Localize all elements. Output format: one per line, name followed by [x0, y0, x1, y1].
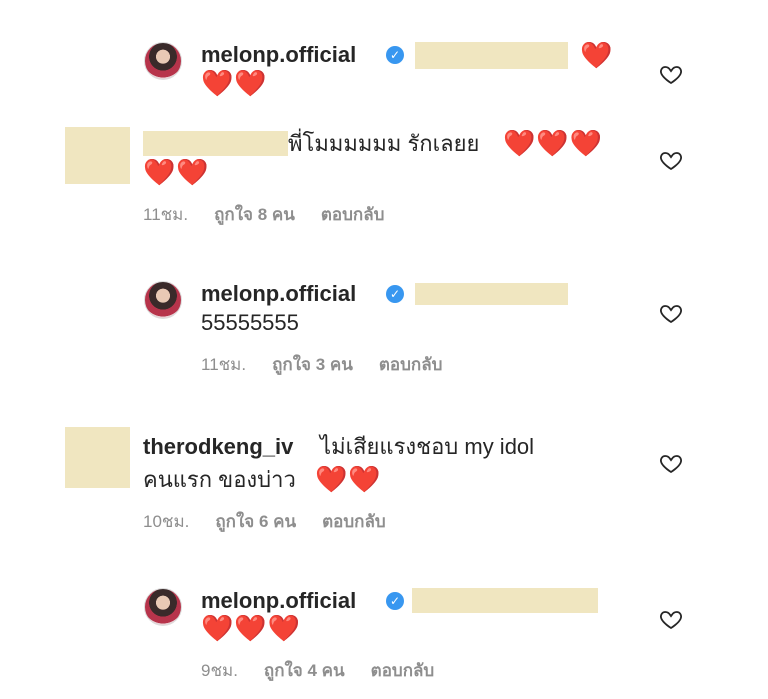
comment-text: พี่โมมมมมม รักเลยย [288, 131, 480, 156]
like-heart-icon[interactable] [658, 607, 684, 631]
comment-text: คนแรก ของบ่าว [143, 467, 296, 492]
like-heart-icon[interactable] [658, 451, 684, 475]
likes-count[interactable]: ถูกใจ 3 คน [272, 355, 353, 374]
like-heart-icon[interactable] [658, 62, 684, 86]
username[interactable]: melonp.official [201, 42, 356, 68]
comment-meta: 9ชม. ถูกใจ 4 คน ตอบกลับ [201, 660, 460, 682]
timestamp: 10ชม. [143, 512, 190, 531]
reply-button[interactable]: ตอบกลับ [321, 205, 385, 224]
comment-hearts: ❤️❤️ [201, 68, 268, 98]
avatar[interactable] [144, 588, 182, 626]
comment-meta: 11ชม. ถูกใจ 8 คน ตอบกลับ [143, 204, 410, 226]
like-heart-icon[interactable] [658, 148, 684, 172]
verified-badge-icon: ✓ [386, 285, 404, 303]
avatar[interactable] [144, 281, 182, 319]
comment-meta: 11ชม. ถูกใจ 3 คน ตอบกลับ [201, 354, 468, 376]
username[interactable]: melonp.official [201, 281, 356, 307]
reply-button[interactable]: ตอบกลับ [379, 355, 443, 374]
likes-count[interactable]: ถูกใจ 6 คน [215, 512, 296, 531]
redacted-avatar [65, 127, 130, 184]
comment-hearts: ❤️❤️❤️ [201, 613, 302, 643]
comment-text: 55555555 [201, 310, 299, 335]
timestamp: 9ชม. [201, 661, 238, 680]
username[interactable]: melonp.official [201, 588, 356, 614]
likes-count[interactable]: ถูกใจ 8 คน [214, 205, 295, 224]
timestamp: 11ชม. [143, 205, 189, 224]
timestamp: 11ชม. [201, 355, 247, 374]
redacted-mention [412, 588, 598, 613]
redacted-username [143, 131, 288, 156]
redacted-mention [415, 42, 568, 69]
comment-meta: 10ชม. ถูกใจ 6 คน ตอบกลับ [143, 511, 412, 533]
verified-badge-icon: ✓ [386, 592, 404, 610]
reply-button[interactable]: ตอบกลับ [322, 512, 386, 531]
avatar[interactable] [144, 42, 182, 80]
comment-hearts: ❤️❤️ [315, 464, 382, 494]
redacted-mention [415, 283, 568, 305]
comment-hearts: ❤️ [580, 40, 614, 70]
comment-text: ไม่เสียแรงชอบ my idol [320, 434, 535, 459]
username[interactable]: therodkeng_iv [143, 434, 293, 460]
comment-hearts: ❤️❤️❤️ [503, 128, 604, 158]
reply-button[interactable]: ตอบกลับ [371, 661, 435, 680]
comment-hearts: ❤️❤️ [143, 157, 210, 187]
redacted-avatar [65, 427, 130, 488]
verified-badge-icon: ✓ [386, 46, 404, 64]
like-heart-icon[interactable] [658, 301, 684, 325]
likes-count[interactable]: ถูกใจ 4 คน [264, 661, 345, 680]
